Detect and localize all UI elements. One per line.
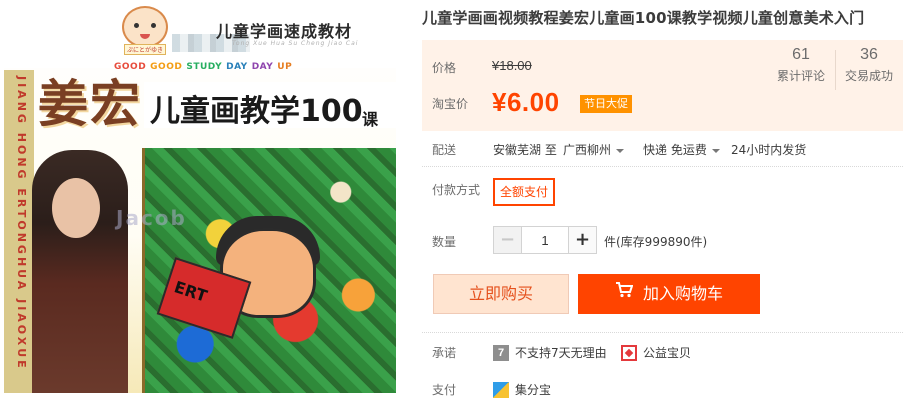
slogan-word: STUDY — [186, 62, 223, 72]
current-price-label: 淘宝价 — [432, 97, 469, 111]
promise-text: 不支持7天无理由 — [515, 346, 607, 360]
seven-day-icon: 7 — [493, 344, 509, 361]
slogan-word: UP — [277, 62, 293, 72]
book-pinyin-text: Tong Xue Hua Su Cheng Jiao Cai — [232, 40, 359, 47]
buy-now-button[interactable]: 立即购买 — [433, 274, 569, 314]
ship-dispatch: 24小时内发货 — [731, 143, 807, 157]
slogan-word: DAY — [251, 62, 274, 72]
shipping-label: 配送 — [432, 143, 457, 157]
mascot-tag: ぷにとがゆき — [124, 44, 167, 55]
mascot-illustration — [122, 6, 168, 48]
reviews-count: 61 — [792, 46, 810, 63]
ship-method-select[interactable]: 快递 免运费 — [643, 141, 720, 158]
promise-charity[interactable]: 公益宝贝 — [621, 344, 691, 361]
slogan-word: GOOD — [150, 62, 183, 72]
divider — [422, 332, 903, 333]
quantity-increase-button[interactable]: + — [568, 227, 596, 253]
price-panel: 价格 ¥18.00 淘宝价 ¥6.00 节日大促 61 累计评论 36 交易成功 — [422, 40, 903, 131]
promise-text: 公益宝贝 — [643, 346, 692, 360]
product-title: 儿童学画画视频教程姜宏儿童画100课教学视频儿童创意美术入门 — [422, 9, 865, 27]
add-to-cart-button[interactable]: 加入购物车 — [578, 274, 760, 314]
author-face — [52, 178, 100, 238]
ship-from: 安徽芜湖 至 — [493, 143, 557, 157]
charity-heart-icon — [621, 344, 637, 361]
original-price: ¥18.00 — [492, 58, 532, 73]
book-title: 儿童画教学100 — [150, 94, 363, 129]
current-price: ¥6.00 — [492, 87, 560, 117]
jifenbao-icon — [493, 381, 509, 398]
chevron-down-icon — [616, 148, 625, 153]
book-author-name: 姜宏 — [38, 74, 142, 133]
chevron-down-icon — [711, 148, 720, 153]
payment-label: 付款方式 — [432, 183, 481, 197]
sales-label: 交易成功 — [844, 69, 893, 83]
book-title-suffix: 课 — [362, 110, 379, 129]
add-to-cart-label: 加入购物车 — [642, 284, 723, 303]
pay-methods-label: 支付 — [432, 383, 457, 397]
reviews-label: 累计评论 — [776, 69, 825, 83]
divider — [422, 166, 903, 167]
slogan-word: DAY — [226, 62, 248, 72]
quantity-decrease-button[interactable]: − — [494, 227, 522, 253]
cart-icon — [615, 273, 634, 313]
book-spine-text: JIANG HONG ERTONGHUA JIAOXUE — [15, 76, 28, 371]
quantity-stepper: − + — [493, 226, 597, 254]
sales-stat[interactable]: 36 交易成功 — [834, 46, 904, 84]
promise-label: 承诺 — [432, 346, 457, 360]
image-watermark: Jacob — [116, 206, 187, 230]
payment-option-full[interactable]: 全额支付 — [493, 178, 555, 206]
promo-badge: 节日大促 — [580, 95, 632, 113]
stock-text: 件(库存999890件) — [604, 235, 708, 249]
ship-method: 快递 免运费 — [643, 143, 707, 157]
product-image[interactable]: ぷにとがゆき 儿童学画速成教材 Tong Xue Hua Su Cheng Ji… — [4, 0, 396, 393]
pay-method-jifenbao[interactable]: 集分宝 — [493, 381, 551, 398]
sales-count: 36 — [860, 46, 878, 63]
promise-no-7-day-return[interactable]: 7 不支持7天无理由 — [493, 344, 607, 361]
quantity-label: 数量 — [432, 235, 457, 249]
pay-method-text: 集分宝 — [515, 383, 552, 397]
original-price-label: 价格 — [432, 61, 457, 75]
quantity-input[interactable] — [522, 227, 568, 253]
book-series-text: 儿童学画速成教材 — [216, 22, 353, 41]
ship-destination-select[interactable]: 广西柳州 — [563, 141, 625, 158]
reviews-stat[interactable]: 61 累计评论 — [766, 46, 836, 84]
ship-destination: 广西柳州 — [563, 143, 612, 157]
